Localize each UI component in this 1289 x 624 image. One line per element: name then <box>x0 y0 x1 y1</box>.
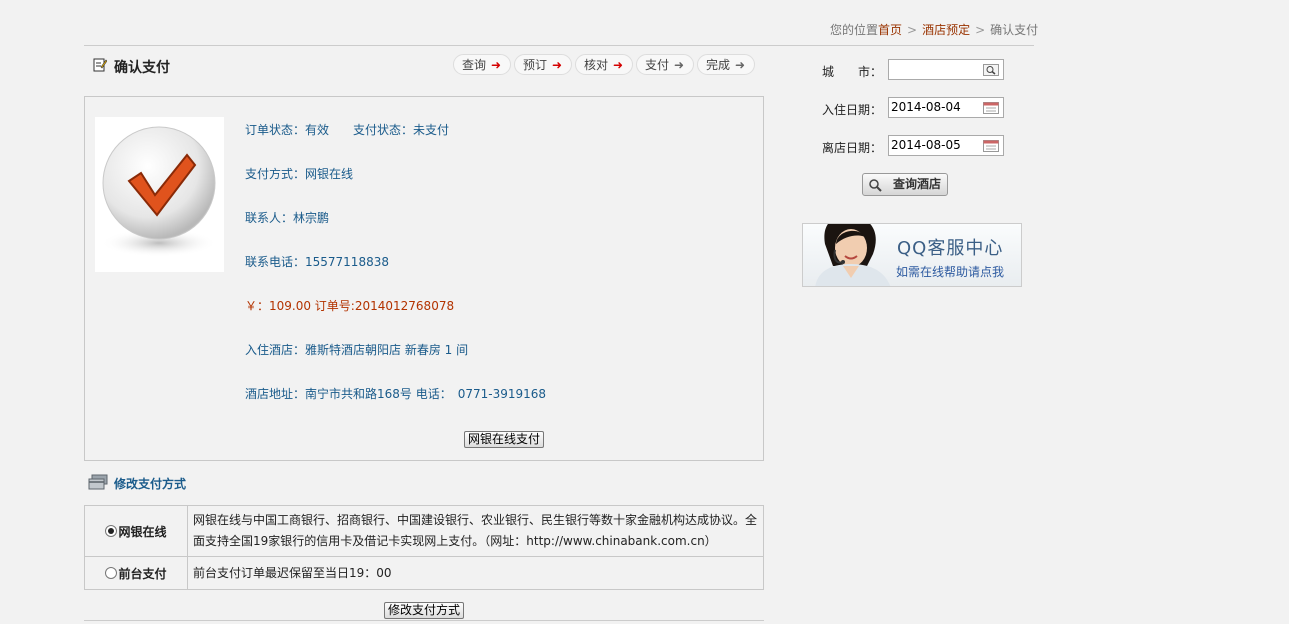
online-bank-pay-button[interactable]: 网银在线支付 <box>464 431 544 448</box>
step-label: 支付 <box>645 58 670 72</box>
search-hotel-label: 查询酒店 <box>892 177 941 191</box>
payment-methods-table: 网银在线 网银在线与中国工商银行、招商银行、中国建设银行、农业银行、民生银行等数… <box>84 505 764 590</box>
modify-payment-button[interactable]: 修改支付方式 <box>384 602 464 619</box>
support-agent-avatar <box>815 224 891 286</box>
step-done: 完成 ➜ <box>697 54 755 75</box>
chevron-right-icon: > <box>907 23 918 37</box>
step-verify: 核对 ➜ <box>575 54 633 75</box>
step-pay: 支付 ➜ <box>636 54 694 75</box>
step-book: 预订 ➜ <box>514 54 572 75</box>
modify-payment-title: 修改支付方式 <box>114 477 187 491</box>
arrow-right-icon: ➜ <box>612 58 624 72</box>
breadcrumb-home-link[interactable]: 首页 <box>878 23 902 37</box>
chevron-right-icon: > <box>975 23 986 37</box>
payment-option-online-bank[interactable]: 网银在线 <box>84 505 188 557</box>
payment-option-label: 前台支付 <box>118 566 167 581</box>
hotel-room-text: 入住酒店：雅斯特酒店朝阳店 新春房 1 间 <box>245 343 469 357</box>
contact-name-text: 联系人：林宗鹏 <box>245 211 330 225</box>
breadcrumb-prefix: 您的位置 <box>830 23 879 37</box>
table-row: 前台支付 前台支付订单最迟保留至当日19：00 <box>84 556 764 590</box>
order-status-text: 订单状态：有效 支付状态：未支付 <box>245 123 450 137</box>
page-title: 确认支付 <box>114 60 170 76</box>
arrow-right-icon: ➜ <box>551 58 563 72</box>
calendar-icon[interactable] <box>983 140 999 152</box>
step-label: 核对 <box>584 58 609 72</box>
qq-title: QQ客服中心 <box>897 238 1004 259</box>
search-hotel-button[interactable]: 查询酒店 <box>862 173 948 196</box>
payment-option-label: 网银在线 <box>118 524 167 539</box>
checkin-label: 入住日期： <box>822 103 883 117</box>
calendar-icon[interactable] <box>983 102 999 114</box>
arrow-right-icon: ➜ <box>490 58 502 72</box>
divider <box>84 620 764 621</box>
search-icon[interactable] <box>983 64 999 76</box>
city-label: 城 市： <box>822 65 883 79</box>
success-check-image <box>95 117 224 272</box>
payment-option-front-desk[interactable]: 前台支付 <box>84 556 188 590</box>
qq-subtitle[interactable]: 如需在线帮助请点我 <box>896 263 1004 280</box>
step-label: 预订 <box>523 58 548 72</box>
payment-option-description: 网银在线与中国工商银行、招商银行、中国建设银行、农业银行、民生银行等数十家金融机… <box>187 505 764 557</box>
contact-phone-text: 联系电话：15577118838 <box>245 255 389 269</box>
checkout-label: 离店日期： <box>822 141 883 155</box>
price-order-number-text: ￥：109.00 订单号:2014012768078 <box>245 299 455 313</box>
arrow-right-icon: ➜ <box>673 58 685 72</box>
payment-method-text: 支付方式：网银在线 <box>245 167 354 181</box>
breadcrumb-current: 确认支付 <box>990 23 1039 37</box>
radio-button-unchecked[interactable] <box>105 566 118 579</box>
card-stack-icon <box>88 474 108 490</box>
hotel-address-text: 酒店地址：南宁市共和路168号 电话： 0771-3919168 <box>245 387 547 401</box>
magnifier-icon <box>869 179 882 192</box>
breadcrumb: 您的位置首页 > 酒店预定 > 确认支付 <box>830 21 1038 38</box>
table-row: 网银在线 网银在线与中国工商银行、招商银行、中国建设银行、农业银行、民生银行等数… <box>84 505 764 557</box>
edit-note-icon <box>93 58 107 72</box>
breadcrumb-section-link[interactable]: 酒店预定 <box>922 23 970 37</box>
radio-button-checked[interactable] <box>105 524 118 537</box>
arrow-right-icon: ➜ <box>734 58 746 72</box>
payment-option-description: 前台支付订单最迟保留至当日19：00 <box>187 556 764 590</box>
step-search: 查询 ➜ <box>453 54 511 75</box>
step-label: 查询 <box>462 58 487 72</box>
step-label: 完成 <box>706 58 731 72</box>
divider <box>84 45 1034 46</box>
